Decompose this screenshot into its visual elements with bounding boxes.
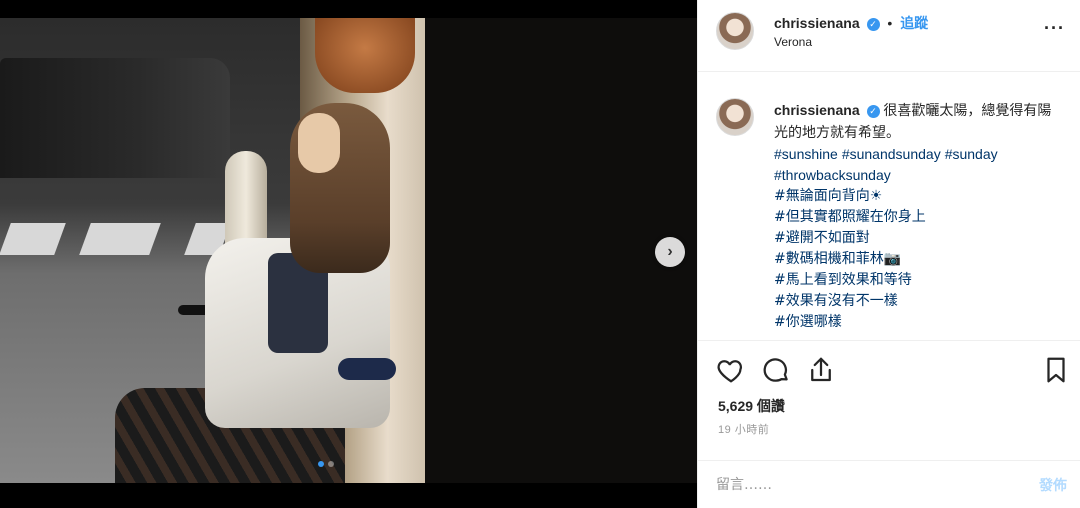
post-actions: 5,629 個讚 19 小時前	[698, 340, 1080, 460]
caption-text: chrissienana ✓ 很喜歡曬太陽，總覺得有陽光的地方就有希望。 #su…	[774, 100, 1064, 333]
hashtag-link[interactable]: #throwbacksunday	[774, 165, 1064, 186]
carousel-next-button[interactable]: ›	[655, 237, 685, 267]
heart-icon[interactable]	[716, 355, 746, 385]
carousel-dot	[328, 461, 334, 467]
hashtag-link[interactable]: #數碼相機和菲林📷	[774, 249, 1064, 270]
likes-count[interactable]: 5,629 個讚	[718, 396, 785, 416]
caption-username-link[interactable]: chrissienana	[774, 102, 860, 118]
hashtag-link[interactable]: #sunday	[945, 146, 998, 162]
photo-lamp	[315, 18, 415, 93]
photo-bike-seat	[338, 358, 396, 380]
photo-person-face	[298, 113, 340, 173]
hashtag-link[interactable]: #sunshine	[774, 146, 838, 162]
verified-icon: ✓	[866, 17, 880, 31]
hashtag-link[interactable]: #避開不如面對	[774, 228, 1064, 249]
header-user-line: chrissienana ✓ • 追蹤	[774, 13, 928, 33]
hashtag-link[interactable]: #無論面向背向☀	[774, 186, 1064, 207]
chevron-right-icon: ›	[667, 243, 673, 260]
hashtag-link[interactable]: #你選哪樣	[774, 312, 1064, 333]
username-link[interactable]: chrissienana	[774, 15, 860, 31]
carousel-dots	[318, 461, 334, 467]
avatar[interactable]	[716, 98, 754, 136]
bookmark-icon[interactable]	[1041, 355, 1071, 385]
photo-parked-cars	[0, 58, 230, 178]
hashtag-link[interactable]: #但其實都照耀在你身上	[774, 207, 1064, 228]
carousel-dot	[318, 461, 324, 467]
post-timestamp[interactable]: 19 小時前	[718, 421, 769, 437]
share-icon[interactable]	[806, 355, 836, 385]
location-link[interactable]: Verona	[774, 35, 812, 49]
avatar[interactable]	[716, 12, 754, 50]
comment-input[interactable]	[716, 473, 1016, 497]
comment-icon[interactable]	[761, 355, 791, 385]
comment-bar: 發佈	[698, 460, 1080, 508]
post-photo[interactable]	[0, 18, 697, 483]
hashtag-link[interactable]: #馬上看到效果和等待	[774, 270, 1064, 291]
photo-crosswalk-stripe	[79, 223, 161, 255]
post-header: chrissienana ✓ • 追蹤 Verona ···	[698, 0, 1080, 72]
hashtag-link[interactable]: #效果有沒有不一樣	[774, 291, 1064, 312]
follow-button[interactable]: 追蹤	[900, 15, 928, 31]
hashtag-link[interactable]: #sunandsunday	[842, 146, 941, 162]
post-side-panel: chrissienana ✓ • 追蹤 Verona ··· chrissien…	[697, 0, 1080, 508]
caption-section: chrissienana ✓ 很喜歡曬太陽，總覺得有陽光的地方就有希望。 #su…	[698, 72, 1080, 340]
separator-dot: •	[887, 15, 893, 31]
post-photo-pane: ›	[0, 0, 697, 508]
more-icon[interactable]: ···	[1044, 18, 1065, 39]
post-comment-button[interactable]: 發佈	[1039, 475, 1067, 495]
verified-icon: ✓	[866, 104, 880, 118]
